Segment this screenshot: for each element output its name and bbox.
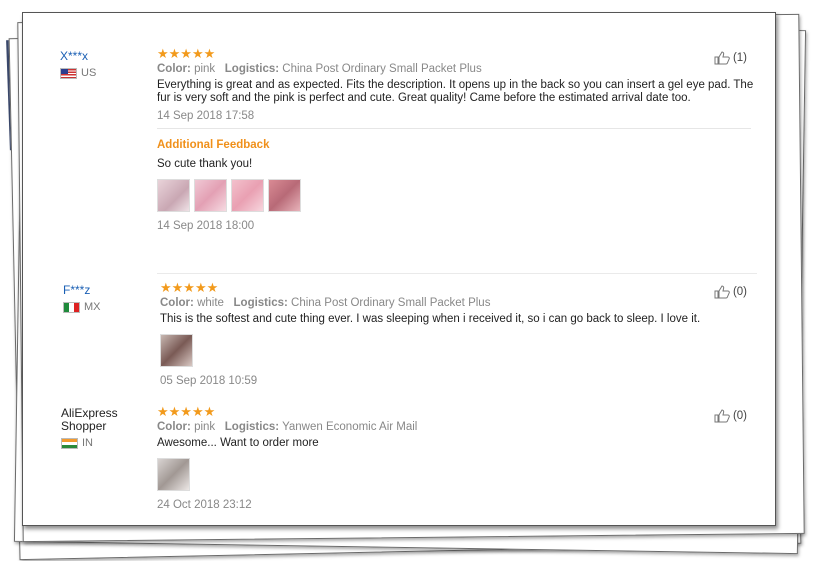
reviewer-info: X***x US: [60, 49, 96, 79]
reviewer-name[interactable]: AliExpress Shopper: [61, 407, 131, 433]
reviewer-country: IN: [61, 437, 131, 449]
review-date: 05 Sep 2018 10:59: [160, 375, 258, 387]
divider: [157, 128, 751, 129]
thumbs-up-icon: [714, 409, 730, 423]
logistics-value: Yanwen Economic Air Mail: [282, 421, 418, 433]
review-separator: [157, 273, 757, 274]
country-code: MX: [84, 301, 101, 313]
review-body: ★★★★★ Color: white Logistics: China Post…: [160, 281, 760, 387]
review-photo-thumbnail[interactable]: [268, 179, 301, 212]
review-text: This is the softest and cute thing ever.…: [160, 313, 701, 325]
thumbs-up-icon: [714, 51, 730, 65]
photo-thumbnails: [157, 458, 757, 491]
reviewer-name[interactable]: F***z: [63, 283, 101, 297]
review-photo-thumbnail[interactable]: [157, 179, 190, 212]
logistics-value: China Post Ordinary Small Packet Plus: [291, 297, 491, 309]
reviews-panel: X***x US ★★★★★ Color: pink Logistics: Ch…: [22, 12, 776, 526]
review-meta: Color: pink Logistics: China Post Ordina…: [157, 63, 757, 75]
color-value: pink: [194, 63, 216, 75]
review-text: Awesome... Want to order more: [157, 437, 319, 449]
logistics-value: China Post Ordinary Small Packet Plus: [282, 63, 482, 75]
reviewer-info: AliExpress Shopper IN: [61, 407, 131, 449]
helpful-button[interactable]: (1): [714, 51, 747, 65]
reviewer-country: MX: [63, 301, 101, 313]
review-date: 24 Oct 2018 23:12: [157, 499, 252, 511]
thumbs-up-icon: [714, 285, 730, 299]
reviewer-info: F***z MX: [63, 283, 101, 313]
helpful-count: (0): [732, 410, 747, 422]
review-body: ★★★★★ Color: pink Logistics: China Post …: [157, 47, 757, 232]
color-label: Color:: [157, 421, 191, 433]
photo-thumbnails: [157, 179, 757, 212]
helpful-button[interactable]: (0): [714, 285, 747, 299]
review-photo-thumbnail[interactable]: [160, 334, 193, 367]
review-photo-thumbnail[interactable]: [194, 179, 227, 212]
color-label: Color:: [157, 63, 191, 75]
review-meta: Color: white Logistics: China Post Ordin…: [160, 297, 760, 309]
country-code: US: [81, 67, 97, 79]
helpful-count: (1): [732, 52, 747, 64]
mx-flag-icon: [63, 301, 80, 313]
star-rating: ★★★★★: [160, 280, 219, 295]
us-flag-icon: [60, 67, 77, 79]
logistics-label: Logistics:: [224, 421, 280, 433]
color-label: Color:: [160, 297, 194, 309]
helpful-count: (0): [732, 286, 747, 298]
review-text: Everything is great and as expected. Fit…: [157, 79, 754, 104]
review-meta: Color: pink Logistics: Yanwen Economic A…: [157, 421, 757, 433]
review-body: ★★★★★ Color: pink Logistics: Yanwen Econ…: [157, 405, 757, 511]
review-date: 14 Sep 2018 17:58: [157, 110, 255, 122]
photo-thumbnails: [160, 334, 760, 367]
additional-feedback-date: 14 Sep 2018 18:00: [157, 220, 255, 232]
helpful-button[interactable]: (0): [714, 409, 747, 423]
additional-feedback-title: Additional Feedback: [157, 139, 270, 151]
star-rating: ★★★★★: [157, 404, 216, 419]
additional-feedback-text: So cute thank you!: [157, 158, 253, 170]
reviewer-country: US: [60, 67, 96, 79]
color-value: white: [197, 297, 224, 309]
color-value: pink: [194, 421, 216, 433]
logistics-label: Logistics:: [233, 297, 288, 309]
review-photo-thumbnail[interactable]: [157, 458, 190, 491]
star-rating: ★★★★★: [157, 46, 216, 61]
logistics-label: Logistics:: [224, 63, 280, 75]
country-code: IN: [82, 437, 93, 449]
reviewer-name[interactable]: X***x: [60, 49, 96, 63]
in-flag-icon: [61, 437, 78, 449]
review-photo-thumbnail[interactable]: [231, 179, 264, 212]
